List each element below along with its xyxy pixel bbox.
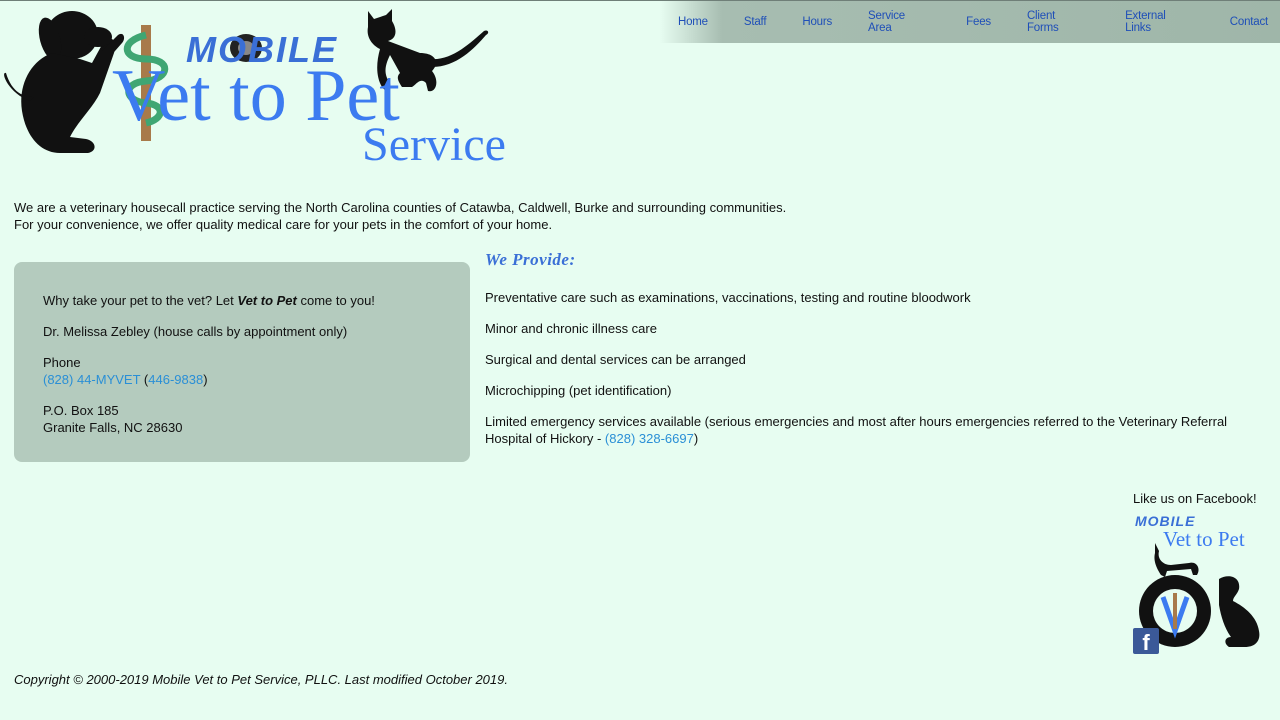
contact-phone: Phone (828) 44-MYVET (446-9838) xyxy=(43,354,441,388)
address-city: Granite Falls, NC 28630 xyxy=(43,420,183,435)
nav-staff[interactable]: Staff xyxy=(726,16,784,28)
phone-vanity-link[interactable]: (828) 44-MYVET xyxy=(43,372,140,387)
contact-tagline: Why take your pet to the vet? Let Vet to… xyxy=(43,292,441,309)
tagline-suffix: come to you! xyxy=(296,293,375,308)
emergency-text: Limited emergency services available (se… xyxy=(485,414,1228,446)
nav-external-links[interactable]: External Links xyxy=(1107,10,1212,34)
nav-fees[interactable]: Fees xyxy=(948,16,1009,28)
tagline-brand: Vet to Pet xyxy=(237,293,297,308)
nav-service-area[interactable]: Service Area xyxy=(850,10,948,34)
service-item: Minor and chronic illness care xyxy=(485,321,657,336)
nav-contact[interactable]: Contact xyxy=(1212,16,1280,28)
emergency-phone-link[interactable]: (828) 328-6697 xyxy=(605,431,694,446)
site-logo: MOBILE Vet to Pet Service xyxy=(0,1,540,181)
intro-line-1: We are a veterinary housecall practice s… xyxy=(14,200,787,215)
logo-name-text: Vet to Pet xyxy=(112,55,400,137)
nav-client-forms[interactable]: Client Forms xyxy=(1009,10,1107,34)
contact-doctor: Dr. Melissa Zebley (house calls by appoi… xyxy=(43,324,348,339)
nav-hours[interactable]: Hours xyxy=(784,16,850,28)
logo-service-text: Service xyxy=(362,118,506,171)
nav-home[interactable]: Home xyxy=(660,16,726,28)
copyright-text: Copyright © 2000-2019 Mobile Vet to Pet … xyxy=(14,672,508,687)
phone-paren-close: ) xyxy=(203,372,208,387)
address-po-box: P.O. Box 185 xyxy=(43,403,119,418)
intro-text: We are a veterinary housecall practice s… xyxy=(14,199,786,233)
facebook-label: Like us on Facebook! xyxy=(1133,491,1257,506)
phone-label: Phone xyxy=(43,355,81,370)
service-item: Surgical and dental services can be arra… xyxy=(485,352,746,367)
top-nav: Home Staff Hours Service Area Fees Clien… xyxy=(660,1,1280,43)
contact-address: P.O. Box 185 Granite Falls, NC 28630 xyxy=(43,402,441,436)
service-item: Preventative care such as examinations, … xyxy=(485,290,971,305)
dog-silhouette-icon xyxy=(1219,576,1260,647)
phone-digits-link[interactable]: 446-9838 xyxy=(148,372,203,387)
services-section: We Provide: Preventative care such as ex… xyxy=(485,249,1260,461)
service-item: Microchipping (pet identification) xyxy=(485,383,672,398)
dog-silhouette-icon xyxy=(4,11,125,153)
contact-box: Why take your pet to the vet? Let Vet to… xyxy=(14,262,470,462)
emergency-paren-close: ) xyxy=(693,431,699,446)
cat-silhouette-icon xyxy=(1154,543,1199,577)
facebook-logo-link[interactable]: MOBILE Vet to Pet f xyxy=(1133,513,1263,655)
tagline-prefix: Why take your pet to the vet? Let xyxy=(43,293,238,308)
facebook-icon[interactable]: f xyxy=(1133,628,1159,654)
intro-line-2: For your convenience, we offer quality m… xyxy=(14,217,553,232)
service-item-emergency: Limited emergency services available (se… xyxy=(485,413,1260,447)
services-title: We Provide: xyxy=(485,250,576,269)
